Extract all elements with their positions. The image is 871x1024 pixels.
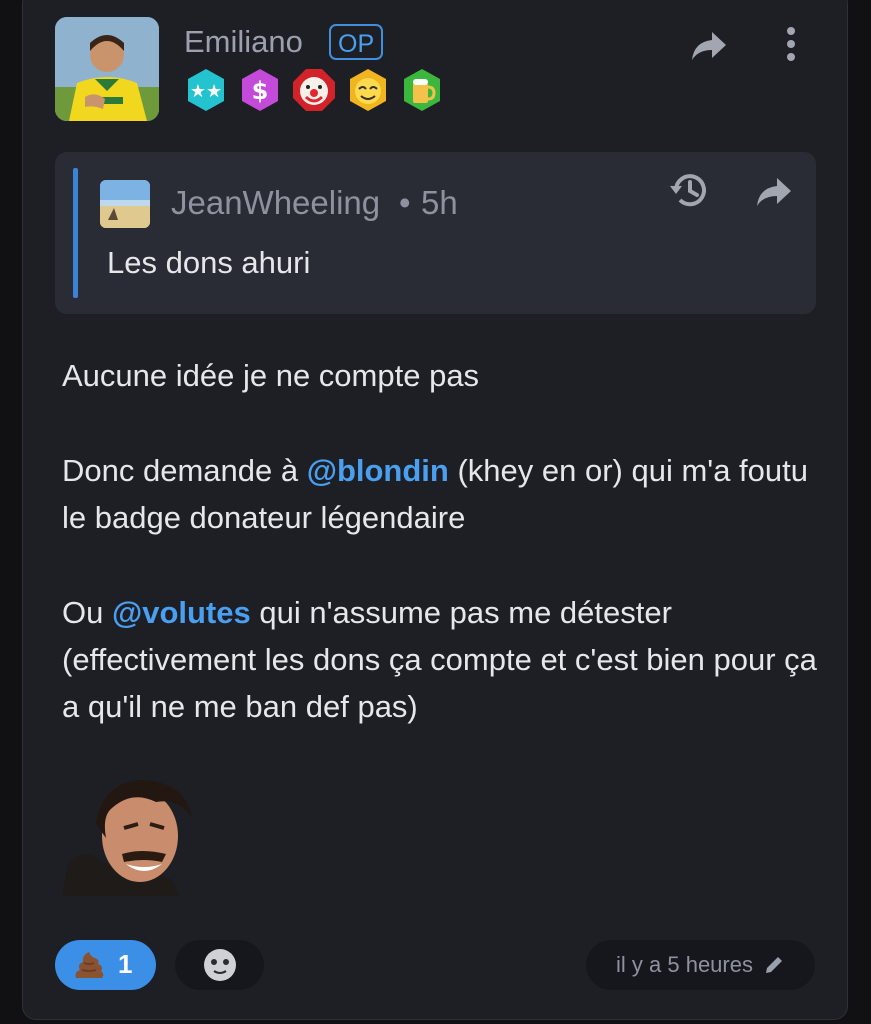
poop-icon (75, 952, 104, 978)
gold-face-badge-icon[interactable] (345, 67, 391, 113)
message-line-1: Aucune idée je ne compte pas (62, 358, 480, 393)
quote-text: Les dons ahuri (107, 245, 311, 280)
post-timestamp: il y a 5 heures (616, 952, 753, 977)
history-icon[interactable] (668, 170, 710, 210)
teal-stars-badge-icon[interactable]: ★★ (183, 67, 229, 113)
share-icon[interactable] (690, 30, 728, 62)
reaction-count: 1 (118, 949, 133, 979)
purple-dollar-badge-icon[interactable]: $ (237, 67, 283, 113)
quote-share-icon[interactable] (755, 176, 793, 208)
message-paragraph-2: Donc demande à @blondin (khey en or) qui… (62, 447, 822, 541)
svg-text:$: $ (252, 77, 269, 105)
beach-image (100, 180, 150, 228)
red-clown-badge-icon[interactable] (291, 67, 337, 113)
green-beer-badge-icon[interactable] (399, 67, 445, 113)
text-segment: Ou (62, 595, 112, 630)
add-reaction-button[interactable] (175, 940, 264, 990)
quoted-message[interactable]: JeanWheeling • 5h Les dons ahuri (55, 152, 816, 314)
badge-list: ★★ $ (183, 67, 445, 113)
sticker-image[interactable] (62, 778, 192, 896)
op-badge: OP (329, 24, 384, 60)
message-paragraph-3: Ou @volutes qui n'assume pas me détester… (62, 589, 822, 730)
quote-bar (73, 168, 78, 298)
quote-separator: • (399, 184, 411, 221)
reaction-poop-button[interactable]: 1 (55, 940, 156, 990)
author-avatar[interactable] (55, 17, 159, 121)
avatar-image (55, 17, 159, 121)
quote-time: 5h (421, 184, 458, 221)
more-options-icon[interactable] (784, 26, 798, 62)
quote-author-name[interactable]: JeanWheeling (171, 184, 380, 222)
mention-blondin[interactable]: @blondin (307, 453, 449, 488)
mention-volutes[interactable]: @volutes (112, 595, 251, 630)
edit-icon[interactable] (763, 954, 785, 976)
add-reaction-icon (203, 949, 236, 981)
quote-author-avatar[interactable] (100, 180, 150, 228)
text-segment: Donc demande à (62, 453, 307, 488)
timestamp-pill[interactable]: il y a 5 heures (586, 940, 815, 990)
svg-text:★★: ★★ (190, 81, 222, 102)
author-name[interactable]: Emiliano (184, 24, 303, 60)
